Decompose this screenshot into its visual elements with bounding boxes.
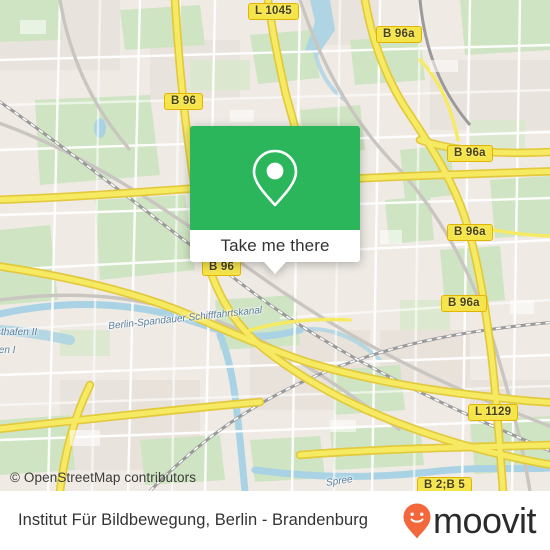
location-pin-icon bbox=[252, 149, 298, 207]
road-shield: B 96a bbox=[376, 26, 422, 43]
place-title: Institut Für Bildbewegung, Berlin - Bran… bbox=[18, 511, 368, 529]
footer-bar: Institut Für Bildbewegung, Berlin - Bran… bbox=[0, 491, 550, 550]
road-shield: B 96a bbox=[447, 224, 493, 241]
callout-action-panel[interactable]: Take me there bbox=[190, 230, 360, 274]
map-label: fen I bbox=[0, 345, 16, 356]
moovit-map-screenshot: © OpenStreetMap contributors L 1045 B 96a… bbox=[0, 0, 550, 550]
take-me-there-label: Take me there bbox=[220, 236, 330, 255]
road-shield: B 96 bbox=[164, 93, 204, 110]
road-shield: L 1129 bbox=[468, 404, 519, 421]
road-shield: B 2;B 5 bbox=[417, 477, 473, 491]
callout-icon-panel bbox=[190, 126, 360, 230]
moovit-smiley-pin-icon bbox=[403, 503, 431, 538]
osm-attribution: © OpenStreetMap contributors bbox=[10, 470, 197, 485]
map-label: sthafen II bbox=[0, 327, 38, 338]
road-shield: B 96a bbox=[441, 295, 487, 312]
road-shield: B 96a bbox=[447, 145, 493, 162]
moovit-logo[interactable]: moovit bbox=[402, 499, 537, 541]
road-shield: L 1045 bbox=[248, 3, 299, 20]
moovit-wordmark: moovit bbox=[432, 499, 537, 541]
map-canvas[interactable]: © OpenStreetMap contributors L 1045 B 96a… bbox=[0, 0, 550, 491]
destination-callout[interactable]: Take me there bbox=[190, 126, 360, 274]
callout-tail bbox=[263, 261, 287, 274]
